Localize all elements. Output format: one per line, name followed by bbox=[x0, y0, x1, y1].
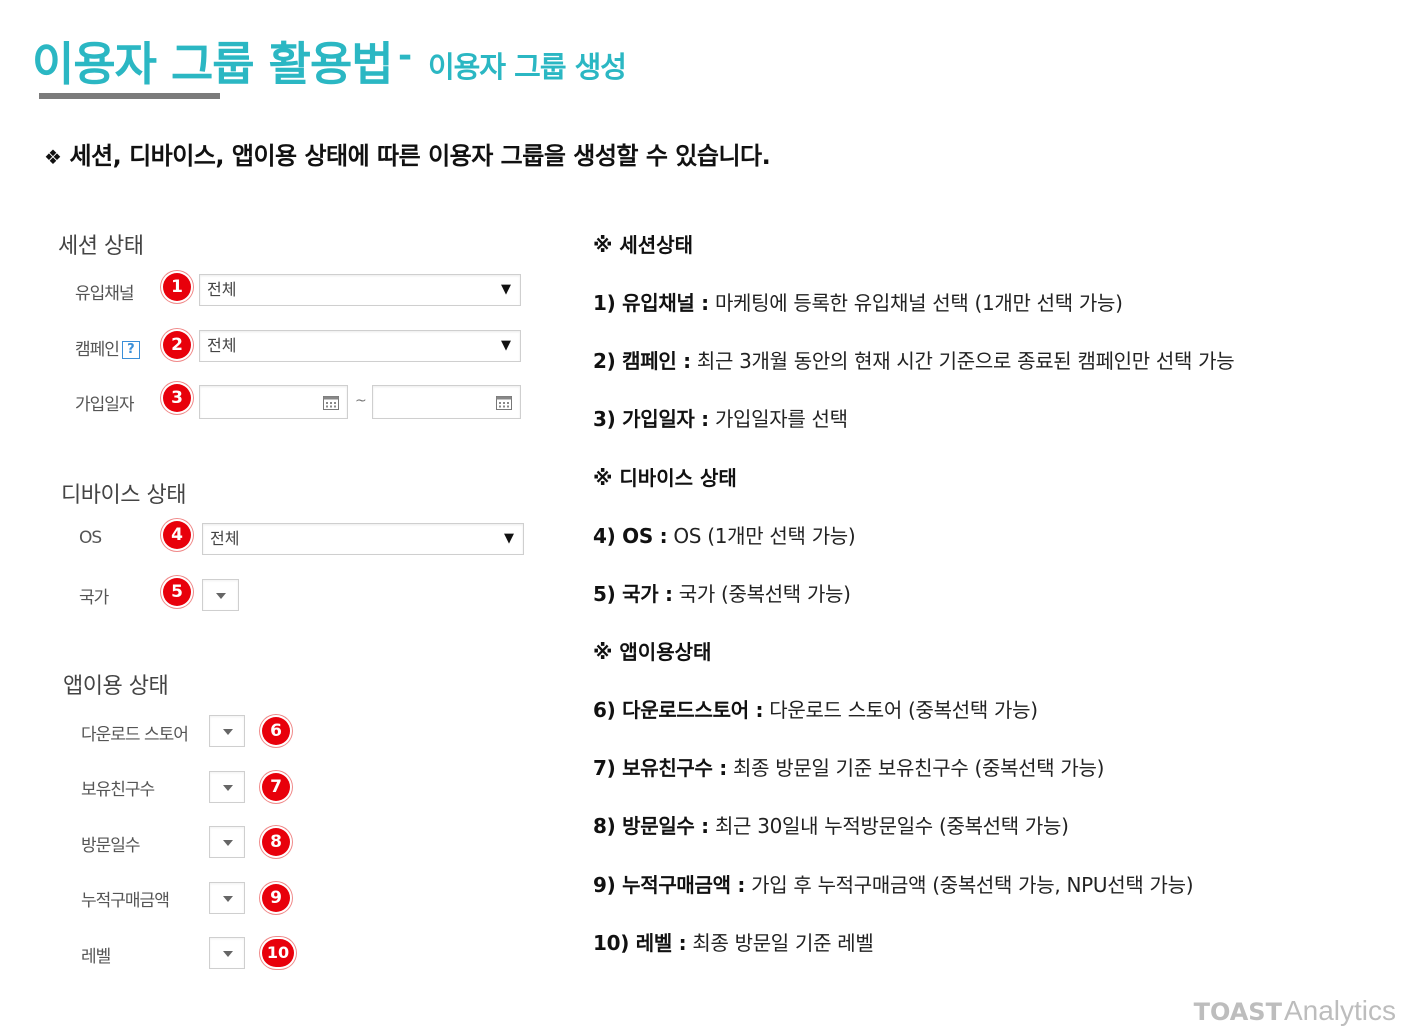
desc-item-9: 9) 누적구매금액 : 가입 후 누적구매금액 (중복선택 가능, NPU선택 … bbox=[593, 869, 1194, 898]
date-range-separator: ~ bbox=[355, 393, 367, 409]
caret-down-icon bbox=[223, 840, 233, 846]
desc-item-3: 3) 가입일자 : 가입일자를 선택 bbox=[593, 403, 848, 432]
badge-6: 6 bbox=[262, 717, 290, 745]
desc-item-3-key: 3) 가입일자 : bbox=[593, 407, 709, 431]
desc-item-2: 2) 캠페인 : 최근 3개월 동안의 현재 시간 기준으로 종료된 캠페인만 … bbox=[593, 345, 1235, 374]
os-label: OS bbox=[79, 528, 102, 548]
desc-item-4: 4) OS : OS (1개만 선택 가능) bbox=[593, 520, 856, 549]
visit-days-label: 방문일수 bbox=[81, 836, 141, 856]
os-value: 전체 bbox=[210, 529, 240, 548]
desc-item-4-key: 4) OS : bbox=[593, 524, 668, 548]
intro-sentence: 세션, 디바이스, 앱이용 상태에 따른 이용자 그룹을 생성할 수 있습니다. bbox=[69, 142, 771, 170]
calendar-icon[interactable] bbox=[323, 395, 339, 410]
country-dropdown[interactable] bbox=[202, 579, 239, 611]
caret-down-icon bbox=[223, 785, 233, 791]
desc-item-9-text: 가입 후 누적구매금액 (중복선택 가능, NPU선택 가능) bbox=[745, 873, 1194, 897]
dropdown-arrow-icon: ▼ bbox=[501, 338, 511, 353]
desc-item-10: 10) 레벨 : 최종 방문일 기준 레벨 bbox=[593, 927, 874, 956]
help-icon[interactable]: ? bbox=[121, 341, 140, 359]
badge-2: 2 bbox=[163, 331, 191, 359]
desc-item-6-text: 다운로드 스토어 (중복선택 가능) bbox=[763, 698, 1038, 722]
inflow-channel-label: 유입채널 bbox=[75, 284, 135, 304]
device-section-title: 디바이스 상태 bbox=[61, 483, 186, 508]
dropdown-arrow-icon: ▼ bbox=[501, 282, 511, 297]
caret-down-icon bbox=[216, 593, 226, 599]
country-label: 국가 bbox=[79, 588, 109, 608]
purchase-amount-label: 누적구매금액 bbox=[81, 891, 170, 911]
badge-5: 5 bbox=[163, 578, 191, 606]
level-dropdown[interactable] bbox=[209, 937, 245, 969]
desc-item-5-key: 5) 국가 : bbox=[593, 582, 673, 606]
desc-item-7: 7) 보유친구수 : 최종 방문일 기준 보유친구수 (중복선택 가능) bbox=[593, 752, 1104, 781]
purchase-amount-dropdown[interactable] bbox=[209, 882, 245, 914]
desc-item-8: 8) 방문일수 : 최근 30일내 누적방문일수 (중복선택 가능) bbox=[593, 810, 1069, 839]
desc-item-2-text: 최근 3개월 동안의 현재 시간 기준으로 종료된 캠페인만 선택 가능 bbox=[690, 349, 1235, 373]
campaign-value: 전체 bbox=[207, 336, 237, 355]
caret-down-icon bbox=[223, 729, 233, 735]
app-section-title: 앱이용 상태 bbox=[63, 674, 169, 699]
calendar-icon[interactable] bbox=[496, 395, 512, 410]
join-date-label: 가입일자 bbox=[75, 395, 135, 415]
desc-item-3-text: 가입일자를 선택 bbox=[708, 407, 848, 431]
badge-8: 8 bbox=[262, 828, 290, 856]
join-date-start-input[interactable] bbox=[199, 385, 348, 419]
session-section-title: 세션 상태 bbox=[58, 234, 144, 259]
desc-item-10-text: 최종 방문일 기준 레벨 bbox=[686, 931, 874, 955]
page-subtitle: 이용자 그룹 생성 bbox=[428, 50, 627, 84]
inflow-channel-select[interactable]: 전체 ▼ bbox=[199, 274, 521, 306]
logo-analytics-text: Analytics bbox=[1283, 995, 1396, 1026]
desc-item-1-key: 1) 유입채널 : bbox=[593, 291, 709, 315]
badge-10: 10 bbox=[262, 939, 294, 967]
badge-9: 9 bbox=[262, 884, 290, 912]
badge-7: 7 bbox=[262, 773, 290, 801]
badge-1: 1 bbox=[163, 273, 191, 301]
campaign-select[interactable]: 전체 ▼ bbox=[199, 330, 521, 362]
desc-item-1: 1) 유입채널 : 마케팅에 등록한 유입채널 선택 (1개만 선택 가능) bbox=[593, 287, 1123, 316]
desc-item-4-text: OS (1개만 선택 가능) bbox=[667, 524, 856, 548]
desc-item-9-key: 9) 누적구매금액 : bbox=[593, 873, 746, 897]
download-store-label: 다운로드 스토어 bbox=[81, 725, 189, 745]
desc-item-5: 5) 국가 : 국가 (중복선택 가능) bbox=[593, 578, 851, 607]
campaign-label: 캠페인? bbox=[75, 335, 140, 360]
join-date-end-input[interactable] bbox=[372, 385, 521, 419]
caret-down-icon bbox=[223, 951, 233, 957]
visit-days-dropdown[interactable] bbox=[209, 826, 245, 858]
session-desc-heading: ※ 세션상태 bbox=[593, 233, 694, 257]
caret-down-icon bbox=[223, 896, 233, 902]
download-store-dropdown[interactable] bbox=[209, 715, 245, 747]
desc-item-1-text: 마케팅에 등록한 유입채널 선택 (1개만 선택 가능) bbox=[708, 291, 1123, 315]
desc-item-5-text: 국가 (중복선택 가능) bbox=[672, 582, 851, 606]
intro-text: ❖ 세션, 디바이스, 앱이용 상태에 따른 이용자 그룹을 생성할 수 있습니다… bbox=[44, 136, 771, 171]
desc-item-6: 6) 다운로드스토어 : 다운로드 스토어 (중복선택 가능) bbox=[593, 694, 1038, 723]
os-select[interactable]: 전체 ▼ bbox=[202, 523, 524, 555]
diamond-bullet-icon: ❖ bbox=[44, 145, 62, 169]
level-label: 레벨 bbox=[81, 947, 111, 967]
desc-item-8-key: 8) 방문일수 : bbox=[593, 814, 709, 838]
title-separator: - bbox=[398, 36, 413, 76]
desc-item-7-text: 최종 방문일 기준 보유친구수 (중복선택 가능) bbox=[726, 756, 1105, 780]
inflow-channel-value: 전체 bbox=[207, 280, 237, 299]
toast-analytics-logo: TOASTAnalytics bbox=[1194, 995, 1396, 1027]
desc-item-2-key: 2) 캠페인 : bbox=[593, 349, 691, 373]
dropdown-arrow-icon: ▼ bbox=[504, 531, 514, 546]
page-title: 이용자 그룹 활용법 bbox=[32, 37, 394, 91]
desc-item-10-key: 10) 레벨 : bbox=[593, 931, 687, 955]
logo-toast-text: TOAST bbox=[1193, 998, 1282, 1026]
campaign-label-text: 캠페인 bbox=[75, 340, 120, 360]
friends-count-dropdown[interactable] bbox=[209, 771, 245, 803]
badge-3: 3 bbox=[163, 384, 191, 412]
title-underline bbox=[39, 93, 220, 99]
device-desc-heading: ※ 디바이스 상태 bbox=[593, 466, 737, 490]
desc-item-7-key: 7) 보유친구수 : bbox=[593, 756, 727, 780]
badge-4: 4 bbox=[163, 521, 191, 549]
friends-count-label: 보유친구수 bbox=[81, 780, 155, 800]
app-desc-heading: ※ 앱이용상태 bbox=[593, 640, 712, 664]
desc-item-8-text: 최근 30일내 누적방문일수 (중복선택 가능) bbox=[708, 814, 1069, 838]
desc-item-6-key: 6) 다운로드스토어 : bbox=[593, 698, 764, 722]
